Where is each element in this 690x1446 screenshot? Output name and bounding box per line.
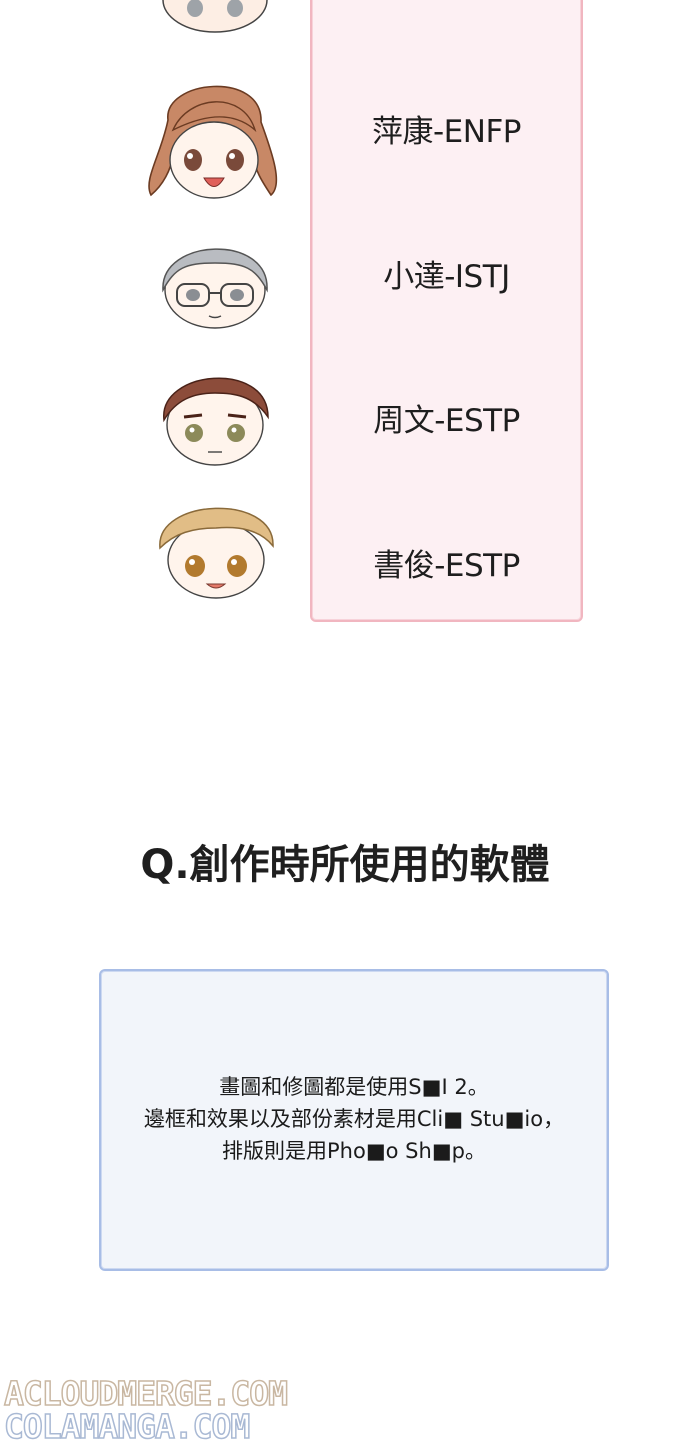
character-label-1: 萍康-ENFP — [372, 114, 522, 150]
girl-brown-hair-avatar-icon — [148, 85, 278, 199]
boy-dark-brown-hair-avatar-icon — [163, 377, 269, 466]
answer-line-1: 畫圖和修圖都是使用S■I 2。 — [219, 1075, 489, 1099]
answer-line-2: 邊框和效果以及部份素材是用Cli■ Stu■io， — [143, 1107, 565, 1131]
character-label-3: 周文-ESTP — [373, 403, 520, 439]
character-label-4: 書俊-ESTP — [373, 548, 520, 584]
question-title: Q.創作時所使用的軟體 — [140, 842, 550, 888]
character-list-panel — [310, 0, 583, 622]
boy-blonde-hair-avatar-icon — [159, 507, 274, 599]
answer-line-3: 排版則是用Pho■o Sh■p。 — [222, 1139, 486, 1163]
watermark-line-2: COLAMANGA.COM — [3, 1406, 251, 1446]
boy-gray-hair-glasses-avatar-icon — [162, 248, 268, 329]
answer-text: 畫圖和修圖都是使用S■I 2。 邊框和效果以及部份素材是用Cli■ Stu■io… — [99, 1071, 609, 1167]
character-label-2: 小達-ISTJ — [383, 259, 510, 295]
avatar-partial-top-icon — [162, 0, 268, 33]
